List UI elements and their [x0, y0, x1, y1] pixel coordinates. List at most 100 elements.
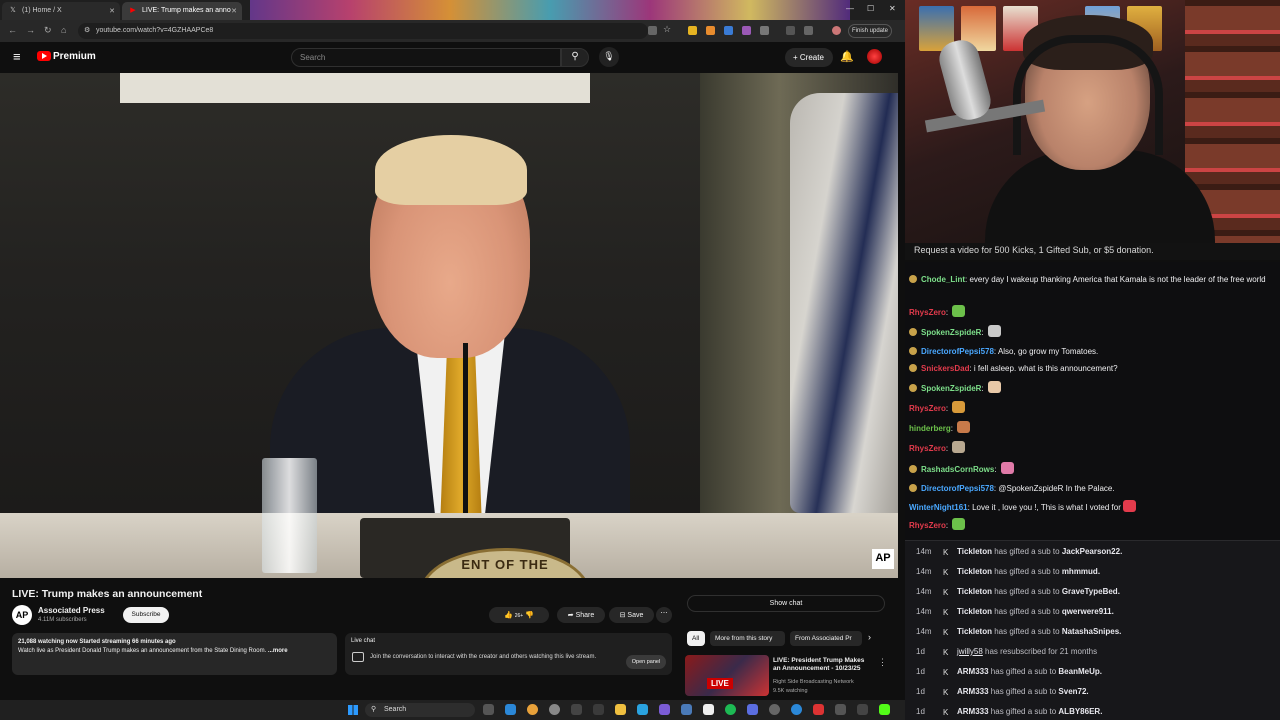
youtube-premium-logo[interactable]: Premium	[53, 51, 96, 62]
extension-icon[interactable]	[706, 26, 715, 35]
minimize-icon[interactable]: —	[846, 4, 854, 13]
event-user[interactable]: ARM333	[957, 707, 989, 716]
chat-username[interactable]: DirectorofPepsi578	[921, 347, 994, 356]
more-vertical-icon[interactable]: ⋮	[878, 657, 887, 668]
recommended-thumbnail[interactable]: LIVE	[685, 655, 769, 696]
chevron-right-icon[interactable]: ›	[868, 632, 871, 642]
event-user[interactable]: jwilly58	[957, 647, 983, 656]
share-button[interactable]: ➦ Share	[557, 607, 605, 623]
forward-icon[interactable]: →	[26, 25, 35, 35]
spotify-icon[interactable]	[725, 704, 736, 715]
maximize-icon[interactable]: ☐	[867, 4, 874, 13]
voice-search-button[interactable]: 🎙	[599, 47, 619, 67]
channel-name[interactable]: Associated Press	[38, 606, 105, 615]
file-explorer-icon[interactable]	[615, 704, 626, 715]
channel-avatar[interactable]: AP	[12, 605, 32, 625]
hamburger-menu-icon[interactable]: ≡	[13, 50, 21, 63]
app-icon[interactable]	[637, 704, 648, 715]
chat-username[interactable]: hinderberg	[909, 424, 951, 433]
event-target[interactable]: qwerwere911.	[1062, 607, 1114, 616]
reload-icon[interactable]: ↻	[44, 25, 52, 36]
event-user[interactable]: Tickleton	[957, 587, 992, 596]
taskbar-search[interactable]: ⚲ Search	[365, 703, 475, 717]
back-icon[interactable]: ←	[8, 25, 17, 35]
sidebar-icon[interactable]	[786, 26, 795, 35]
app-icon[interactable]	[835, 704, 846, 715]
description-more-link[interactable]: ...more	[268, 648, 288, 654]
video-description[interactable]: 21,088 watching now Started streaming 66…	[12, 633, 337, 675]
app-icon[interactable]	[747, 704, 758, 715]
site-info-icon[interactable]: ⚙	[84, 26, 90, 34]
like-dislike-button[interactable]: 👍 26+ 👎	[489, 607, 549, 623]
video-player[interactable]: ENT OF THE AP	[0, 73, 898, 578]
tab-x-home[interactable]: 𝕏 (1) Home / X ✕	[2, 2, 120, 20]
event-user[interactable]: Tickleton	[957, 607, 992, 616]
chrome-icon[interactable]	[527, 704, 538, 715]
app-icon[interactable]	[769, 704, 780, 715]
chat-username[interactable]: RhysZero	[909, 444, 946, 453]
chat-username[interactable]: SpokenZspideR	[921, 384, 981, 393]
chat-username[interactable]: RhysZero	[909, 308, 946, 317]
install-icon[interactable]	[648, 26, 657, 35]
app-icon[interactable]	[505, 704, 516, 715]
app-icon[interactable]	[857, 704, 868, 715]
chat-username[interactable]: SnickersDad	[921, 364, 969, 373]
recommended-title[interactable]: LIVE: President Trump Makes an Announcem…	[773, 657, 873, 673]
event-target[interactable]: JackPearson22.	[1062, 547, 1123, 556]
search-input[interactable]: Search	[291, 48, 561, 67]
chat-username[interactable]: Chode_Lint	[921, 275, 965, 284]
chat-username[interactable]: RashadsCornRows	[921, 465, 994, 474]
event-target[interactable]: BeanMeUp.	[1058, 667, 1102, 676]
app-icon[interactable]	[813, 704, 824, 715]
account-avatar[interactable]	[867, 49, 882, 64]
event-user[interactable]: Tickleton	[957, 627, 992, 636]
extensions-puzzle-icon[interactable]	[760, 26, 769, 35]
event-target[interactable]: GraveTypeBed.	[1062, 587, 1120, 596]
create-button[interactable]: + Create	[785, 48, 833, 67]
close-window-icon[interactable]: ✕	[889, 4, 896, 13]
finish-update-button[interactable]: Finish update	[848, 24, 892, 38]
chat-username[interactable]: RhysZero	[909, 404, 946, 413]
home-icon[interactable]: ⌂	[61, 25, 66, 35]
chip-from-associated-press[interactable]: From Associated Pr	[790, 631, 862, 646]
url-field[interactable]: ⚙ youtube.com/watch?v=4GZHAAPCe8	[78, 23, 648, 39]
kick-icon[interactable]	[879, 704, 890, 715]
open-panel-button[interactable]: Open panel	[626, 655, 666, 669]
event-target[interactable]: NatashaSnipes.	[1062, 627, 1122, 636]
chip-all[interactable]: All	[687, 631, 705, 646]
chat-username[interactable]: DirectorofPepsi578	[921, 484, 994, 493]
event-user[interactable]: Tickleton	[957, 547, 992, 556]
app-icon[interactable]	[571, 704, 582, 715]
close-tab-icon[interactable]: ✕	[109, 7, 115, 15]
event-target[interactable]: ALBY86ER.	[1058, 707, 1102, 716]
chat-username[interactable]: SpokenZspideR	[921, 328, 981, 337]
more-actions-button[interactable]: ⋯	[656, 607, 672, 623]
thumbs-up-icon[interactable]: 👍	[504, 612, 513, 619]
subscribe-button[interactable]: Subscribe	[123, 607, 169, 623]
extension-icon[interactable]	[742, 26, 751, 35]
task-view-icon[interactable]	[483, 704, 494, 715]
app-icon[interactable]	[681, 704, 692, 715]
profile-avatar[interactable]	[832, 26, 841, 35]
event-target[interactable]: Sven72.	[1058, 687, 1088, 696]
tab-youtube-live[interactable]: ▶ LIVE: Trump makes an anno ✕	[122, 2, 242, 20]
bookmark-star-icon[interactable]: ☆	[663, 24, 672, 34]
app-icon[interactable]	[593, 704, 604, 715]
event-user[interactable]: ARM333	[957, 667, 989, 676]
edge-icon[interactable]	[791, 704, 802, 715]
chat-username[interactable]: RhysZero	[909, 521, 946, 530]
downloads-icon[interactable]	[804, 26, 813, 35]
event-target[interactable]: mhmmud.	[1062, 567, 1100, 576]
event-user[interactable]: Tickleton	[957, 567, 992, 576]
extension-icon[interactable]	[724, 26, 733, 35]
event-user[interactable]: ARM333	[957, 687, 989, 696]
extension-icon[interactable]	[688, 26, 697, 35]
show-chat-button[interactable]: Show chat	[687, 595, 885, 612]
windows-start-icon[interactable]	[348, 705, 358, 715]
youtube-logo-icon[interactable]	[37, 51, 51, 61]
app-icon[interactable]	[703, 704, 714, 715]
discord-icon[interactable]	[659, 704, 670, 715]
chip-more-from-story[interactable]: More from this story	[710, 631, 785, 646]
search-button[interactable]: ⚲	[561, 48, 589, 67]
close-tab-icon[interactable]: ✕	[231, 7, 237, 15]
